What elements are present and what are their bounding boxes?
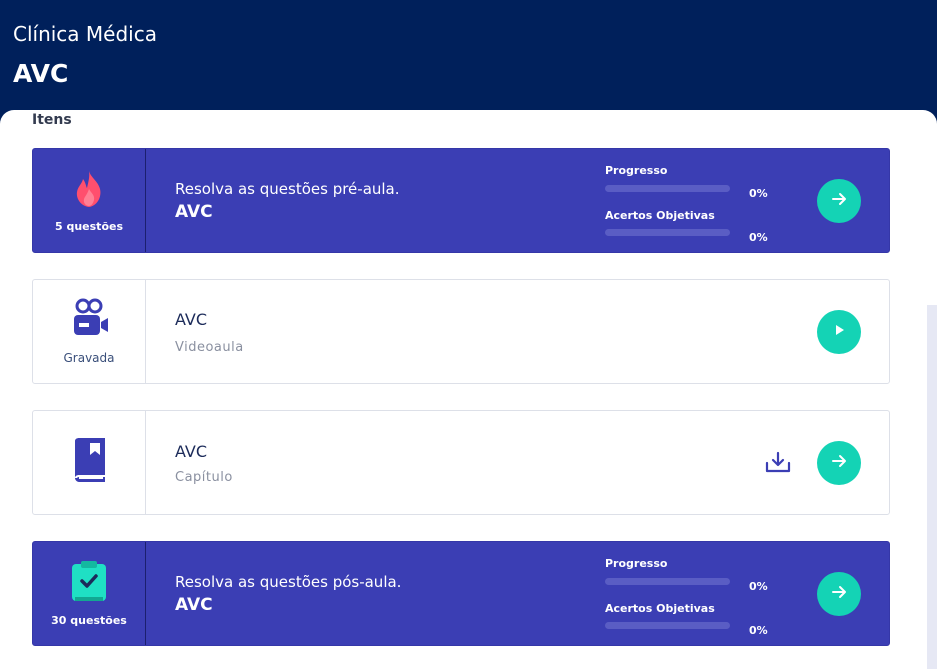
video-title: AVC (175, 310, 208, 329)
accuracy-label: Acertos Objetivas (605, 209, 715, 222)
topic-title: AVC (13, 59, 69, 88)
subject-title: Clínica Médica (13, 22, 157, 46)
question-count: 5 questões (54, 219, 124, 233)
accuracy-value: 0% (749, 231, 768, 244)
play-icon (831, 322, 847, 343)
download-button[interactable] (764, 451, 792, 477)
video-subtitle: Videoaula (175, 340, 244, 355)
progress-value: 0% (749, 580, 768, 593)
quiz-topic: AVC (175, 202, 213, 222)
quiz-title: Resolva as questões pré-aula. (175, 180, 400, 198)
accuracy-label: Acertos Objetivas (605, 602, 715, 615)
scrollbar[interactable] (927, 305, 937, 669)
card-left (33, 411, 146, 514)
quiz-title: Resolva as questões pós-aula. (175, 573, 402, 591)
progress-bar (605, 578, 730, 585)
card-left: 5 questões (33, 149, 146, 252)
card-left: 30 questões (33, 542, 146, 645)
open-quiz-button[interactable] (817, 179, 861, 223)
post-quiz-card[interactable]: 30 questões Resolva as questões pós-aula… (32, 541, 890, 646)
section-title: Itens (32, 112, 72, 128)
video-camera-icon (68, 298, 110, 345)
accuracy-value: 0% (749, 624, 768, 637)
progress-label: Progresso (605, 164, 668, 177)
quiz-topic: AVC (175, 595, 213, 615)
card-left: Gravada (33, 280, 146, 383)
progress-label: Progresso (605, 557, 668, 570)
open-quiz-button[interactable] (817, 572, 861, 616)
play-video-button[interactable] (817, 310, 861, 354)
open-chapter-button[interactable] (817, 441, 861, 485)
fire-icon (70, 169, 108, 214)
pre-quiz-card[interactable]: 5 questões Resolva as questões pré-aula.… (32, 148, 890, 253)
chapter-card[interactable]: AVC Capítulo (32, 410, 890, 515)
book-icon (69, 437, 109, 488)
accuracy-bar (605, 622, 730, 629)
progress-bar (605, 185, 730, 192)
chapter-subtitle: Capítulo (175, 470, 233, 485)
chapter-title: AVC (175, 442, 208, 461)
arrow-right-icon (830, 583, 848, 606)
accuracy-bar (605, 229, 730, 236)
video-type-label: Gravada (63, 351, 115, 365)
question-count: 30 questões (51, 613, 127, 627)
arrow-right-icon (830, 452, 848, 475)
progress-value: 0% (749, 187, 768, 200)
clipboard-check-icon (69, 560, 109, 608)
arrow-right-icon (830, 190, 848, 213)
video-card[interactable]: Gravada AVC Videoaula (32, 279, 890, 384)
download-icon (765, 451, 791, 478)
